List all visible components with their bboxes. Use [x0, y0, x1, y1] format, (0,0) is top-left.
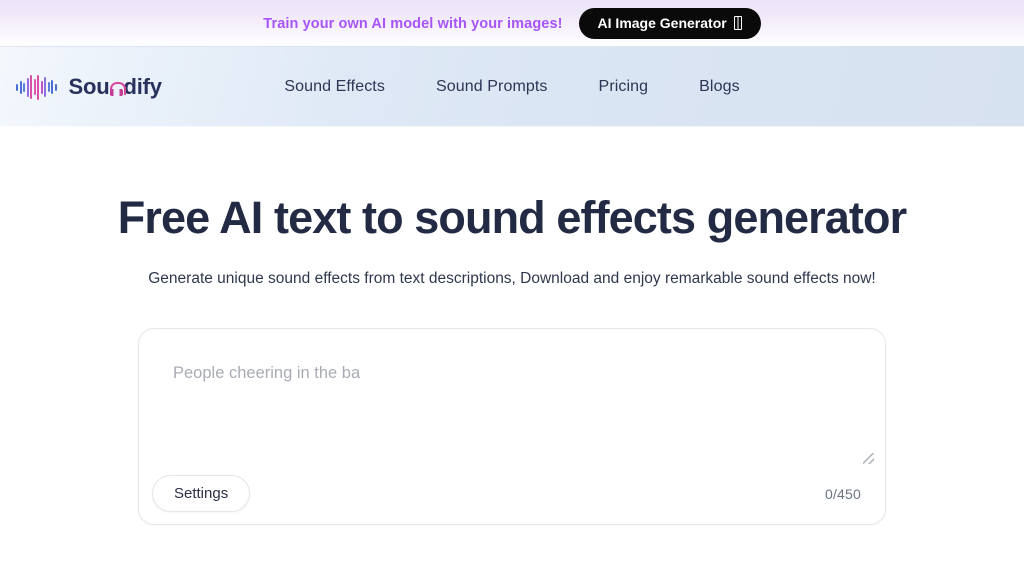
nav-item-sound-prompts[interactable]: Sound Prompts: [436, 78, 548, 96]
prompt-card: Settings 0/450: [138, 327, 887, 525]
nav-item-blogs[interactable]: Blogs: [699, 78, 740, 96]
promo-banner: Train your own AI model with your images…: [0, 0, 1024, 47]
brand-logo-link[interactable]: Sou dify: [16, 74, 162, 100]
site-header: Sou dify Sound Effects Sound Prompts Pric…: [0, 47, 1024, 127]
ai-image-generator-button-label: AI Image Generator: [597, 15, 727, 31]
prompt-card-footer: Settings 0/450: [139, 464, 885, 524]
page-title: Free AI text to sound effects generator: [117, 192, 907, 243]
prompt-input[interactable]: [139, 328, 887, 467]
ai-image-generator-button[interactable]: AI Image Generator: [578, 8, 761, 39]
brand-name-part-2: dify: [123, 74, 162, 99]
promo-banner-text: Train your own AI model with your images…: [263, 15, 563, 32]
hero-section: Free AI text to sound effects generator …: [0, 127, 1024, 525]
brand-name-part-1: Sou: [68, 74, 110, 99]
image-placeholder-icon: [733, 16, 742, 30]
nav-item-pricing[interactable]: Pricing: [599, 78, 649, 96]
character-counter: 0/450: [824, 485, 861, 502]
settings-button[interactable]: Settings: [152, 475, 251, 513]
headphone-icon: [109, 81, 127, 96]
main-navigation: Sound Effects Sound Prompts Pricing Blog…: [284, 78, 739, 96]
brand-name: Sou dify: [69, 76, 162, 98]
nav-item-sound-effects[interactable]: Sound Effects: [284, 78, 385, 96]
audio-waveform-icon: [16, 74, 57, 100]
page-subtitle: Generate unique sound effects from text …: [148, 270, 876, 288]
